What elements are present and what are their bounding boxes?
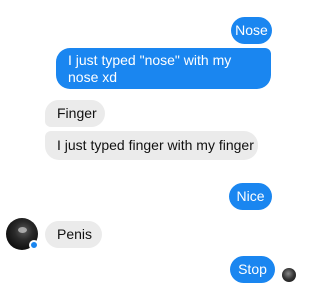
message-bubble-outgoing[interactable]: I just typed "nose" with my nose xd (56, 48, 271, 89)
active-status-icon (29, 240, 39, 250)
message-text: Penis (57, 226, 93, 242)
message-bubble-incoming[interactable]: Penis (45, 221, 102, 248)
avatar-photo-icon (18, 227, 27, 233)
contact-avatar[interactable] (6, 218, 39, 250)
message-bubble-incoming[interactable]: Finger (45, 100, 105, 127)
message-text: Nose (235, 22, 268, 38)
message-text: I just typed finger with my finger (57, 137, 254, 153)
message-bubble-outgoing[interactable]: Nice (229, 183, 272, 210)
message-bubble-outgoing[interactable]: Nose (231, 17, 272, 44)
message-text: Stop (238, 261, 267, 277)
message-text: Nice (236, 188, 265, 204)
message-text: I just typed "nose" with my nose xd (68, 52, 232, 85)
message-text: Finger (57, 105, 97, 121)
message-bubble-outgoing[interactable]: Stop (230, 256, 275, 283)
read-receipt-icon (282, 268, 296, 282)
message-bubble-incoming[interactable]: I just typed finger with my finger (45, 131, 258, 160)
